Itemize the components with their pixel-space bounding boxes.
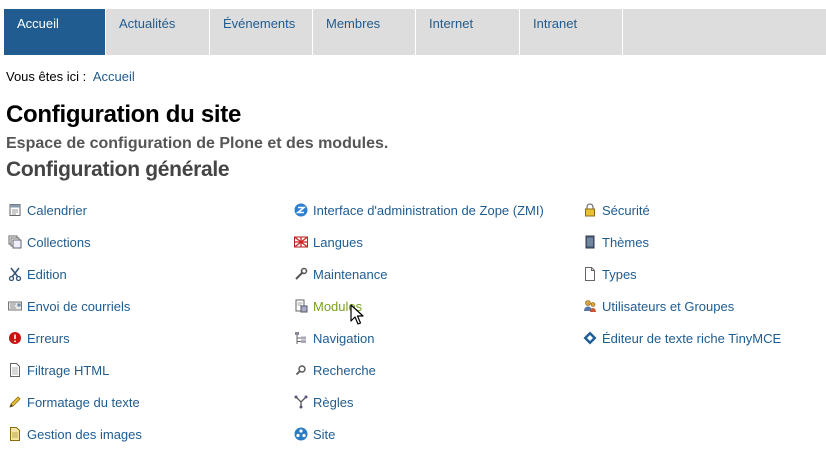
config-item-label: Thèmes	[602, 234, 649, 250]
tinymce-icon	[583, 331, 597, 345]
error-icon	[9, 332, 21, 344]
config-item-themes[interactable]: Thèmes	[583, 233, 649, 251]
document-icon	[10, 363, 20, 377]
section-title: Configuration générale	[6, 158, 230, 181]
config-item-utilisateurs-groupes[interactable]: Utilisateurs et Groupes	[583, 297, 734, 315]
config-item-regles[interactable]: Règles	[294, 393, 353, 411]
config-item-langues[interactable]: Langues	[294, 233, 363, 251]
search-icon	[295, 365, 306, 376]
config-item-label: Maintenance	[313, 266, 388, 282]
config-item-label: Interface d'administration de Zope (ZMI)	[313, 202, 544, 218]
config-item-label: Site	[313, 426, 336, 442]
config-item-tinymce[interactable]: Éditeur de texte riche TinyMCE	[583, 329, 781, 347]
image-icon	[10, 427, 20, 441]
config-item-label: Éditeur de texte riche TinyMCE	[602, 330, 782, 346]
config-item-label: Formatage du texte	[27, 394, 140, 410]
page-title: Configuration du site	[6, 101, 242, 128]
theme-icon	[585, 235, 595, 249]
collections-icon	[8, 235, 22, 249]
config-item-label: Types	[602, 266, 637, 282]
config-item-envoi-courriels[interactable]: Envoi de courriels	[8, 297, 130, 315]
config-item-label: Recherche	[313, 362, 376, 378]
types-icon	[585, 267, 595, 281]
tab-evenements[interactable]: Événements	[210, 9, 313, 55]
config-item-calendrier[interactable]: Calendrier	[8, 201, 87, 219]
config-item-label: Collections	[27, 234, 91, 250]
config-item-label: Langues	[313, 234, 363, 250]
config-item-label: Règles	[313, 394, 354, 410]
config-item-label: Sécurité	[602, 202, 650, 218]
config-item-maintenance[interactable]: Maintenance	[294, 265, 387, 283]
mouse-cursor-icon	[350, 304, 364, 325]
breadcrumb: Vous êtes ici : Accueil	[6, 69, 135, 84]
site-icon	[294, 427, 308, 441]
mail-icon	[8, 301, 22, 311]
config-item-collections[interactable]: Collections	[8, 233, 91, 251]
config-item-label: Envoi de courriels	[27, 298, 131, 314]
zope-icon	[294, 203, 308, 217]
config-item-formatage-texte[interactable]: Formatage du texte	[8, 393, 140, 411]
config-item-erreurs[interactable]: Erreurs	[8, 329, 70, 347]
config-item-site[interactable]: Site	[294, 425, 335, 443]
users-icon	[584, 300, 596, 312]
page-description: Espace de configuration de Plone et des …	[6, 135, 389, 152]
wrench-icon	[295, 267, 308, 280]
tab-actualites[interactable]: Actualités	[106, 9, 210, 55]
tab-intranet[interactable]: Intranet	[520, 9, 623, 55]
config-item-securite[interactable]: Sécurité	[583, 201, 650, 219]
tab-accueil[interactable]: Accueil	[4, 9, 106, 55]
breadcrumb-home-link[interactable]: Accueil	[93, 69, 135, 84]
main-navigation: Accueil Actualités Événements Membres In…	[4, 9, 826, 55]
config-item-label: Erreurs	[27, 330, 70, 346]
config-item-zmi[interactable]: Interface d'administration de Zope (ZMI)	[294, 201, 544, 219]
tab-internet[interactable]: Internet	[416, 9, 520, 55]
scissors-icon	[8, 267, 22, 281]
config-item-label: Utilisateurs et Groupes	[602, 298, 735, 314]
config-item-label: Calendrier	[27, 202, 87, 218]
calendar-icon	[9, 204, 21, 216]
modules-icon	[295, 299, 308, 313]
config-item-label: Navigation	[313, 330, 375, 346]
breadcrumb-prefix: Vous êtes ici :	[6, 69, 87, 84]
pencil-icon	[9, 396, 21, 408]
config-item-label: Gestion des images	[27, 426, 142, 442]
config-item-filtrage-html[interactable]: Filtrage HTML	[8, 361, 109, 379]
config-item-label: Edition	[27, 266, 67, 282]
rules-icon	[294, 395, 308, 409]
config-item-types[interactable]: Types	[583, 265, 637, 283]
config-item-navigation[interactable]: Navigation	[294, 329, 374, 347]
sitemap-icon	[295, 332, 306, 344]
config-item-recherche[interactable]: Recherche	[294, 361, 376, 379]
config-item-label: Filtrage HTML	[27, 362, 110, 378]
config-item-gestion-images[interactable]: Gestion des images	[8, 425, 142, 443]
tab-membres[interactable]: Membres	[313, 9, 416, 55]
lock-icon	[585, 203, 595, 217]
flag-icon	[294, 236, 308, 248]
config-item-edition[interactable]: Edition	[8, 265, 67, 283]
